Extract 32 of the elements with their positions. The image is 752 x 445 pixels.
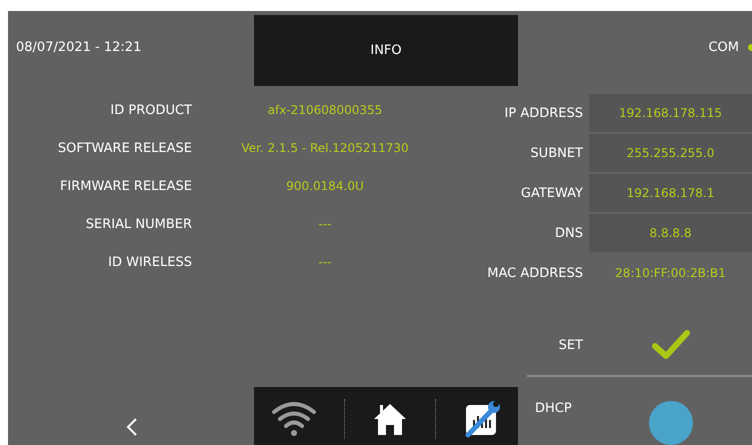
info-label: SOFTWARE RELEASE (56, 140, 192, 156)
network-label: MAC ADDRESS (486, 266, 583, 280)
checkmark-icon (650, 329, 690, 361)
info-value: --- (318, 217, 332, 231)
network-label: SUBNET (529, 146, 583, 160)
info-value: 900.0184.0U (285, 179, 365, 193)
network-label: DNS (554, 226, 583, 240)
info-value: afx-210608000355 (266, 103, 384, 117)
back-button[interactable] (126, 417, 138, 437)
com-label: COM (708, 40, 739, 55)
network-value: 255.255.255.0 (589, 134, 752, 172)
date-time: 08/07/2021 - 12:21 (15, 39, 142, 55)
info-value: --- (318, 255, 332, 269)
wifi-icon (271, 401, 318, 437)
home-icon (372, 401, 408, 437)
network-value: 192.168.178.115 (589, 94, 752, 132)
info-label: FIRMWARE RELEASE (58, 178, 192, 194)
info-label: ID WIRELESS (107, 254, 192, 270)
page-title: INFO (370, 43, 402, 58)
info-label: ID PRODUCT (109, 102, 192, 118)
dhcp-label: DHCP (534, 400, 573, 416)
set-label: SET (558, 338, 583, 352)
network-value: 28:10:FF:00:2B:B1 (614, 265, 727, 282)
network-value: 192.168.178.1 (589, 174, 752, 212)
info-value: Ver. 2.1.5 - Rel.1205211730 (240, 141, 410, 155)
network-settings-icon (462, 400, 501, 438)
network-label: IP ADDRESS (504, 106, 583, 120)
network-label: GATEWAY (520, 186, 583, 200)
info-label: SERIAL NUMBER (84, 216, 192, 232)
chevron-left-icon (126, 417, 138, 437)
network-value: 8.8.8.8 (589, 214, 752, 252)
dhcp-toggle[interactable] (648, 401, 692, 445)
